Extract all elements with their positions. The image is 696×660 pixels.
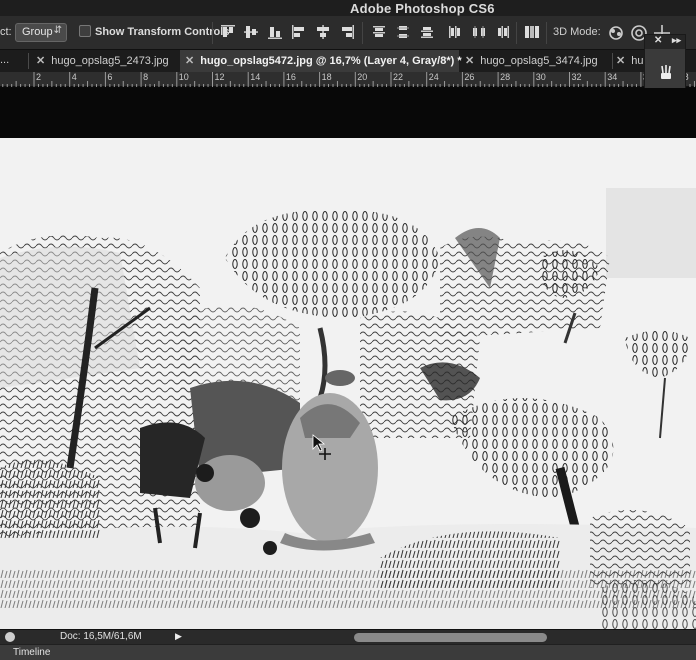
- tab-document[interactable]: ✕ hugo_opslag5_2473.jpg: [36, 50, 178, 72]
- 3d-mode-label: 3D Mode:: [553, 26, 601, 38]
- auto-align-icon[interactable]: [524, 24, 540, 40]
- ruler-number: 24: [428, 72, 439, 82]
- ruler-number: 8: [143, 72, 149, 82]
- tab-label: ...: [0, 54, 10, 66]
- zoom-icon[interactable]: [5, 632, 15, 642]
- ruler-number: 34: [607, 72, 618, 82]
- horizontal-scrollbar[interactable]: [354, 633, 547, 642]
- ruler-number: 20: [357, 72, 368, 82]
- distribute-hcenter-icon[interactable]: [471, 24, 487, 40]
- document-size: Doc: 16,5M/61,6M: [60, 631, 142, 642]
- ruler-number: 10: [178, 72, 189, 82]
- divider: [362, 22, 363, 44]
- auto-select-label: ct:: [0, 26, 12, 38]
- close-icon[interactable]: ✕: [36, 55, 45, 67]
- close-icon[interactable]: ✕: [616, 55, 625, 67]
- distribute-right-icon[interactable]: [495, 24, 511, 40]
- auto-select-value: Group: [22, 26, 53, 38]
- title-bar: Adobe Photoshop CS6: [0, 0, 696, 16]
- distribute-vcenter-icon[interactable]: [395, 24, 411, 40]
- tab-document[interactable]: ✕ hugo_opslag5_3474.jpg: [465, 50, 615, 72]
- canvas-workspace[interactable]: [0, 88, 696, 660]
- expand-panel-icon[interactable]: ▸▸: [672, 35, 681, 46]
- ruler-ticks: [2, 72, 695, 87]
- ruler-number: 32: [571, 72, 582, 82]
- tab-divider: [612, 53, 613, 69]
- timeline-tab[interactable]: Timeline: [13, 647, 50, 658]
- app-title: Adobe Photoshop CS6: [350, 1, 495, 16]
- ruler-number: 14: [250, 72, 261, 82]
- close-icon[interactable]: ✕: [654, 35, 662, 46]
- close-icon[interactable]: ✕: [465, 55, 474, 67]
- divider: [546, 22, 547, 44]
- ruler-number: 30: [535, 72, 546, 82]
- divider: [212, 22, 213, 44]
- dropdown-arrows-icon: ⇵: [53, 25, 62, 36]
- tab-label: hugo_opslag5_3474.jpg: [480, 55, 598, 67]
- tab-document-active[interactable]: ✕ hugo_opslag5472.jpg @ 16,7% (Layer 4, G…: [180, 50, 462, 72]
- distribute-bottom-icon[interactable]: [419, 24, 435, 40]
- horizontal-ruler[interactable]: 2468101214161820222426283032343638: [0, 72, 696, 87]
- distribute-top-icon[interactable]: [371, 24, 387, 40]
- 3d-rotate-icon[interactable]: [606, 23, 626, 43]
- tab-previous[interactable]: ...: [0, 50, 28, 72]
- status-menu-arrow-icon[interactable]: ▶: [175, 631, 182, 642]
- align-left-edges-icon[interactable]: [291, 24, 307, 40]
- ruler-number: 4: [71, 72, 77, 82]
- ruler-number: 28: [500, 72, 511, 82]
- ruler-number: 2: [36, 72, 42, 82]
- ruler-number: 12: [214, 72, 225, 82]
- align-right-edges-icon[interactable]: [339, 24, 355, 40]
- align-top-edges-icon[interactable]: [220, 24, 236, 40]
- document-canvas[interactable]: [0, 138, 696, 660]
- ruler-number: 22: [393, 72, 404, 82]
- show-transform-checkbox[interactable]: [79, 25, 91, 37]
- align-horizontal-centers-icon[interactable]: [315, 24, 331, 40]
- illustration-artwork: [0, 138, 696, 660]
- ruler-number: 26: [464, 72, 475, 82]
- document-tab-bar: ... ✕ hugo_opslag5_2473.jpg ✕ hugo_opslag5…: [0, 50, 696, 72]
- brush-presets-icon[interactable]: [657, 63, 675, 81]
- ruler-number: 6: [107, 72, 113, 82]
- ruler-number: 18: [321, 72, 332, 82]
- close-icon[interactable]: ✕: [185, 55, 194, 67]
- divider: [516, 22, 517, 44]
- ruler-number: 16: [285, 72, 296, 82]
- timeline-panel: Timeline: [0, 644, 696, 660]
- align-vertical-centers-icon[interactable]: [243, 24, 259, 40]
- options-bar: ct: Group ⇵ Show Transform Controls 3D M…: [0, 16, 696, 50]
- show-transform-label: Show Transform Controls: [95, 26, 230, 38]
- status-bar: Doc: 16,5M/61,6M ▶: [0, 629, 696, 644]
- auto-select-dropdown[interactable]: Group ⇵: [15, 23, 67, 42]
- panel-header: ✕ ▸▸: [645, 35, 685, 49]
- tab-label: hugo_opslag5_2473.jpg: [51, 55, 169, 67]
- align-bottom-edges-icon[interactable]: [267, 24, 283, 40]
- tab-divider: [28, 53, 29, 69]
- tab-label: hugo_opslag5472.jpg @ 16,7% (Layer 4, Gr…: [200, 55, 462, 67]
- distribute-left-icon[interactable]: [447, 24, 463, 40]
